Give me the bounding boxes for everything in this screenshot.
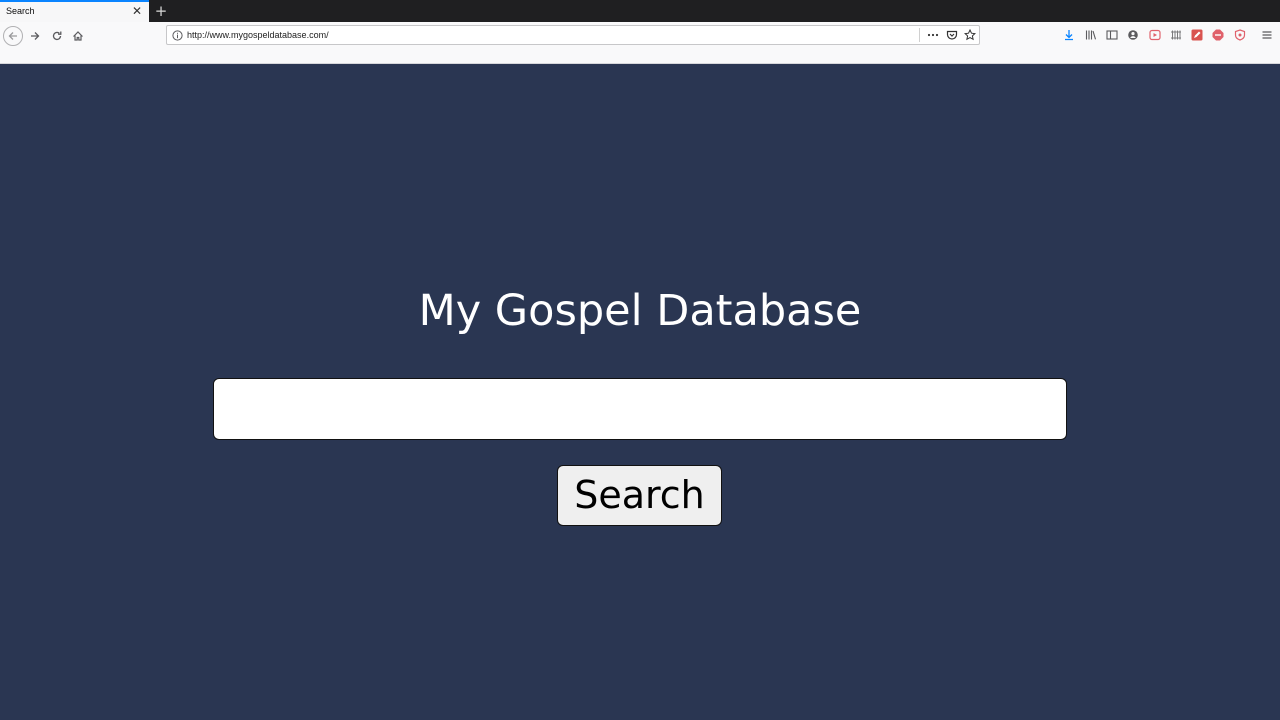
tab-strip: Search ✕ +: [0, 0, 1280, 22]
reload-icon[interactable]: [47, 26, 67, 46]
pocket-icon[interactable]: [946, 29, 958, 41]
download-icon[interactable]: [1062, 28, 1076, 42]
url-bar[interactable]: http://www.mygospeldatabase.com/: [166, 25, 980, 45]
sidebar-icon[interactable]: [1105, 28, 1119, 42]
extension-video-icon[interactable]: [1148, 28, 1162, 42]
hamburger-menu-icon[interactable]: [1260, 28, 1274, 42]
navigation-toolbar: http://www.mygospeldatabase.com/: [0, 22, 1280, 64]
home-icon[interactable]: [68, 26, 88, 46]
account-icon[interactable]: [1126, 28, 1140, 42]
extension-shield-icon[interactable]: [1233, 28, 1247, 42]
url-text: http://www.mygospeldatabase.com/: [187, 30, 329, 40]
page-content: My Gospel Database Search: [0, 64, 1280, 720]
library-icon[interactable]: [1084, 28, 1098, 42]
more-dots-icon[interactable]: [927, 29, 939, 41]
extension-pencil-icon[interactable]: [1190, 28, 1204, 42]
extension-adblock-icon[interactable]: [1211, 28, 1225, 42]
tab-title: Search: [6, 6, 35, 16]
close-tab-icon[interactable]: ✕: [131, 4, 143, 18]
search-button[interactable]: Search: [557, 465, 722, 526]
new-tab-icon[interactable]: +: [153, 2, 169, 20]
star-icon[interactable]: [964, 29, 976, 41]
back-arrow-icon[interactable]: [3, 26, 23, 46]
url-separator: [919, 28, 920, 42]
tab-search[interactable]: Search ✕: [0, 0, 149, 22]
forward-arrow-icon[interactable]: [25, 26, 45, 46]
search-input[interactable]: [213, 378, 1067, 440]
info-icon[interactable]: [171, 29, 183, 41]
page-title: My Gospel Database: [418, 286, 862, 336]
extension-grid-icon[interactable]: [1169, 28, 1183, 42]
